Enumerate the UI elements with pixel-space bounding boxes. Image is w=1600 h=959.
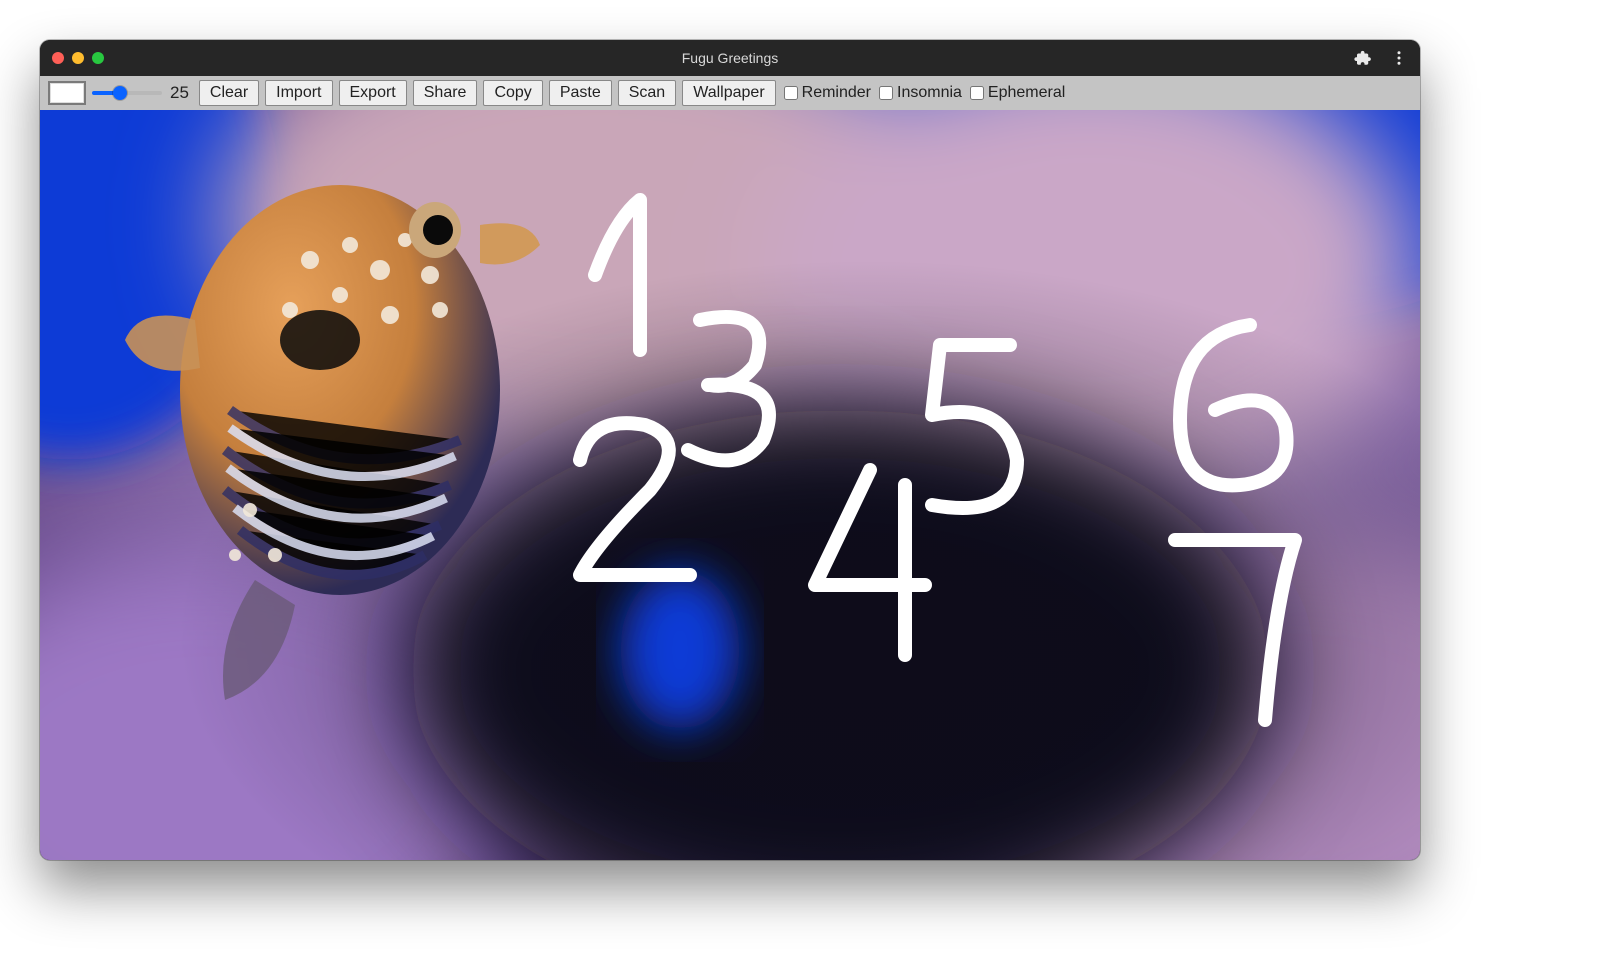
close-window-button[interactable] (52, 52, 64, 64)
window-title: Fugu Greetings (40, 50, 1420, 66)
reminder-checkbox-label: Reminder (802, 84, 871, 102)
copy-button[interactable]: Copy (483, 80, 542, 106)
extensions-icon[interactable] (1354, 49, 1372, 67)
drawing-canvas[interactable] (40, 110, 1420, 860)
app-window: Fugu Greetings (40, 40, 1420, 860)
reminder-checkbox-input[interactable] (784, 86, 798, 100)
insomnia-checkbox-label: Insomnia (897, 84, 962, 102)
brush-size-value: 25 (170, 83, 189, 103)
insomnia-checkbox-input[interactable] (879, 86, 893, 100)
brush-size-slider[interactable] (92, 84, 162, 102)
clear-button[interactable]: Clear (199, 80, 259, 106)
color-picker[interactable] (48, 81, 86, 105)
paste-button[interactable]: Paste (549, 80, 612, 106)
ephemeral-checkbox[interactable]: Ephemeral (970, 84, 1065, 102)
scan-button[interactable]: Scan (618, 80, 676, 106)
export-button[interactable]: Export (339, 80, 407, 106)
titlebar: Fugu Greetings (40, 40, 1420, 76)
minimize-window-button[interactable] (72, 52, 84, 64)
toolbar: 25 Clear Import Export Share Copy Paste … (40, 76, 1420, 110)
zoom-window-button[interactable] (92, 52, 104, 64)
ephemeral-checkbox-label: Ephemeral (988, 84, 1065, 102)
insomnia-checkbox[interactable]: Insomnia (879, 84, 962, 102)
kebab-menu-icon[interactable] (1390, 49, 1408, 67)
share-button[interactable]: Share (413, 80, 478, 106)
import-button[interactable]: Import (265, 80, 332, 106)
reminder-checkbox[interactable]: Reminder (784, 84, 871, 102)
ephemeral-checkbox-input[interactable] (970, 86, 984, 100)
wallpaper-button[interactable]: Wallpaper (682, 80, 775, 106)
traffic-lights (52, 52, 104, 64)
